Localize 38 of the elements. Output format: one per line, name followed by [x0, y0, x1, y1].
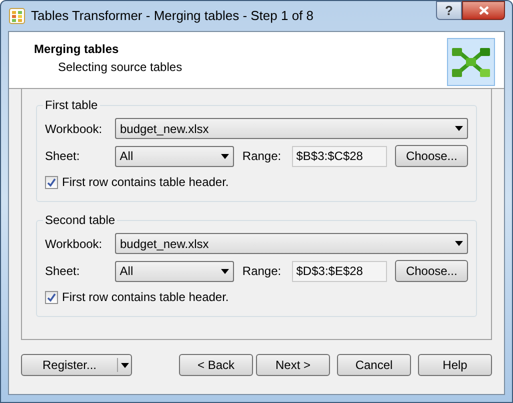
dropdown-arrow-icon — [455, 241, 463, 246]
sheet-dropdown[interactable]: All — [114, 146, 234, 166]
dropdown-arrow-icon — [120, 362, 128, 368]
sheet-label: Sheet: — [45, 148, 81, 165]
dropdown-arrow-icon — [455, 126, 463, 131]
range-label: Range: — [242, 148, 282, 165]
range-field[interactable]: $B$3:$C$28 — [292, 146, 388, 166]
step-subtitle: Selecting source tables — [57, 59, 182, 76]
choose-button[interactable]: Choose... — [395, 145, 468, 167]
range-field[interactable]: $D$3:$E$28 — [292, 260, 388, 282]
merge-icon — [447, 38, 495, 86]
checkbox[interactable] — [45, 290, 58, 304]
workbook-dropdown[interactable]: budget_new.xlsx — [115, 233, 468, 254]
range-label: Range: — [242, 263, 282, 280]
help-button[interactable]: ? — [436, 1, 462, 20]
choose-button[interactable]: Choose... — [395, 260, 468, 282]
next-button[interactable]: Next > — [256, 354, 330, 376]
close-button[interactable] — [462, 1, 505, 20]
checkbox[interactable] — [45, 176, 58, 188]
step-title: Merging tables — [34, 41, 120, 58]
help-button[interactable]: Help — [418, 354, 492, 376]
checkbox-label: First row contains table header. — [62, 174, 229, 191]
checkbox-label: First row contains table header. — [62, 289, 229, 306]
app-icon — [9, 8, 25, 24]
register-button[interactable]: Register... — [21, 354, 132, 376]
workbook-label: Workbook: — [45, 236, 104, 252]
dropdown-arrow-icon — [221, 154, 230, 158]
sheet-label: Sheet: — [45, 263, 81, 280]
sheet-dropdown[interactable]: All — [114, 260, 234, 282]
workbook-dropdown[interactable]: budget_new.xlsx — [115, 118, 468, 139]
checkmark-icon — [47, 178, 56, 186]
dropdown-arrow-icon — [221, 268, 230, 274]
close-icon — [478, 6, 488, 15]
workbook-label: Workbook: — [45, 120, 104, 138]
checkmark-icon — [47, 292, 56, 302]
window-title: Tables Transformer - Merging tables - Step 1 of 8 — [31, 7, 315, 26]
cancel-button[interactable]: Cancel — [337, 354, 411, 376]
back-button[interactable]: < Back — [179, 354, 253, 376]
